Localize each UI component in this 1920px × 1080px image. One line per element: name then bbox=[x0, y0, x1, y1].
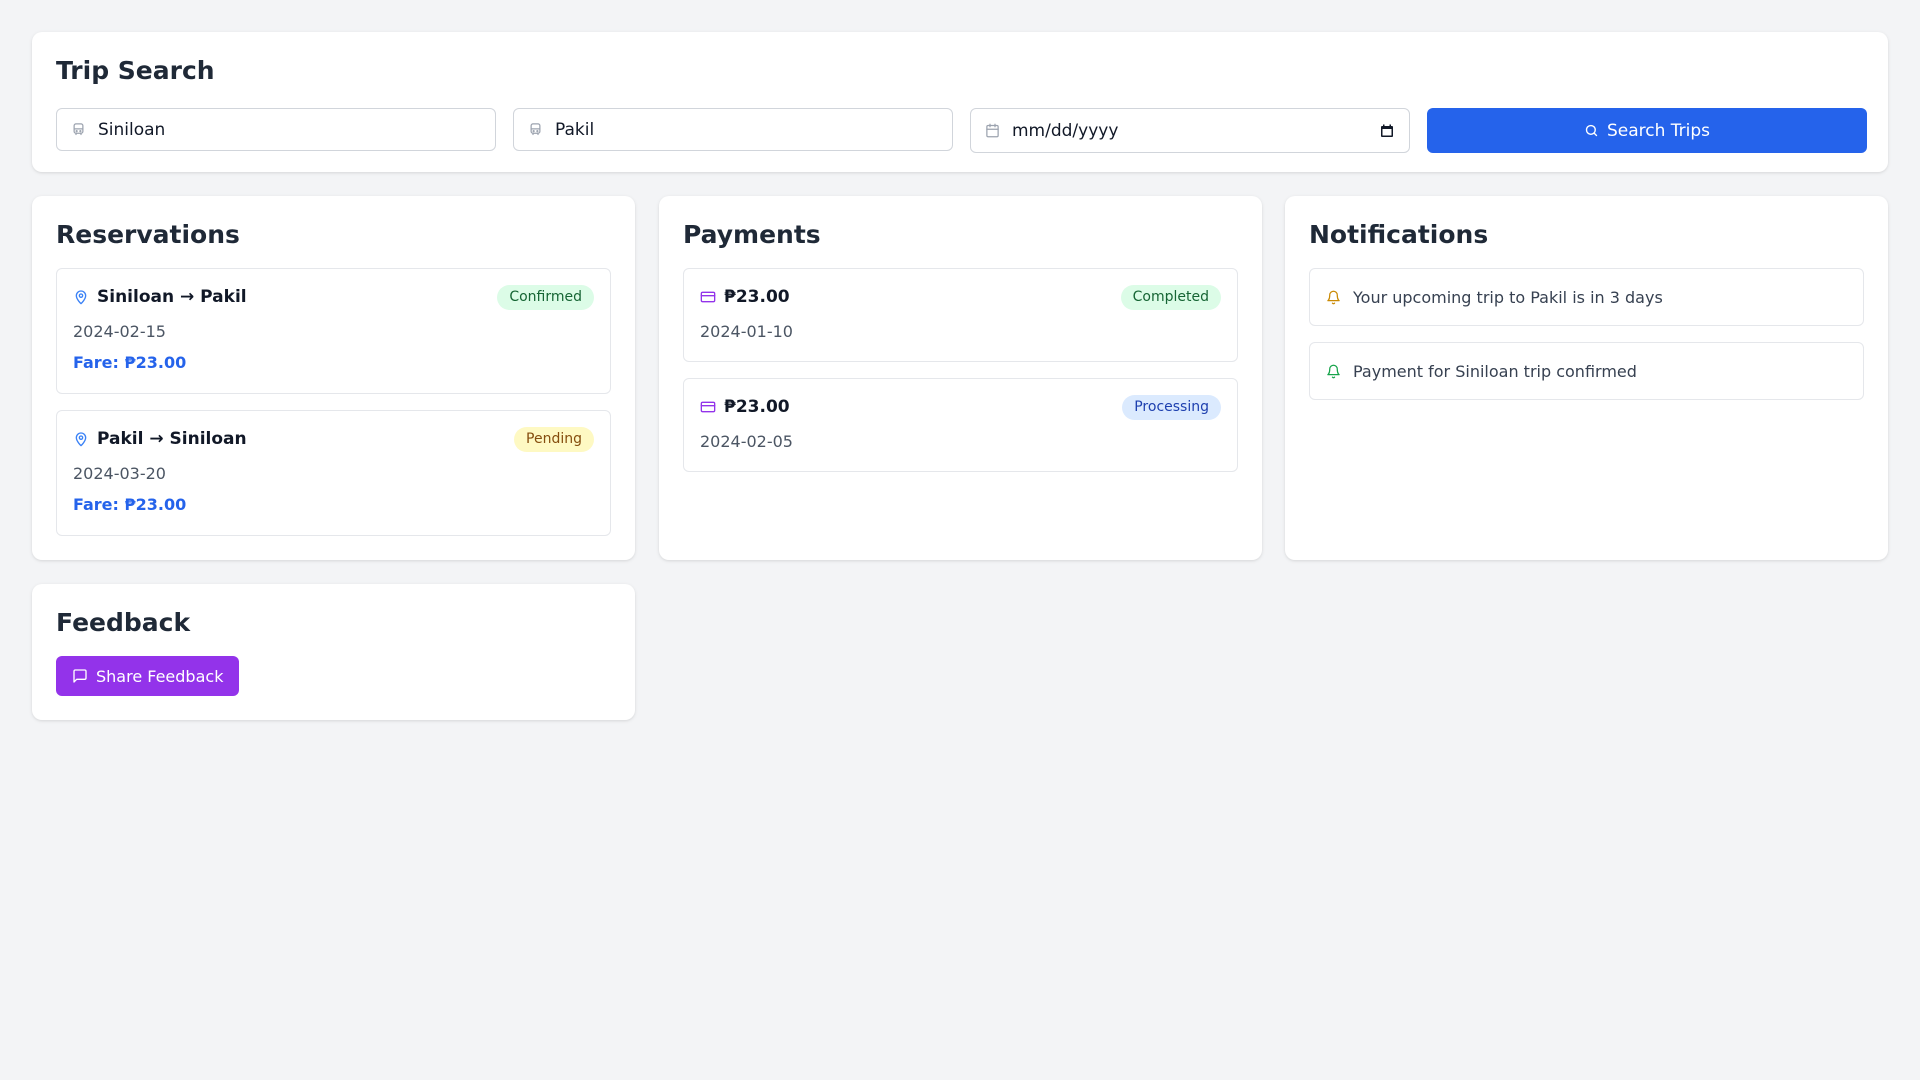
payment-item[interactable]: ₱23.00 Processing 2024-02-05 bbox=[683, 378, 1238, 472]
origin-value: Siniloan bbox=[98, 119, 166, 140]
notification-item[interactable]: Your upcoming trip to Pakil is in 3 days bbox=[1309, 268, 1864, 326]
bell-icon bbox=[1326, 290, 1341, 305]
bus-icon bbox=[528, 122, 543, 137]
bell-icon bbox=[1326, 364, 1341, 379]
message-square-icon bbox=[72, 668, 88, 684]
origin-input[interactable]: Siniloan bbox=[56, 108, 496, 151]
notifications-title: Notifications bbox=[1309, 220, 1489, 249]
map-pin-icon bbox=[73, 431, 89, 447]
payment-date: 2024-01-10 bbox=[700, 321, 793, 341]
feedback-title: Feedback bbox=[56, 608, 191, 637]
search-trips-button[interactable]: Search Trips bbox=[1427, 108, 1867, 153]
payment-amount: ₱23.00 bbox=[724, 287, 790, 308]
map-pin-icon bbox=[73, 289, 89, 305]
date-placeholder: mm/dd/yyyy bbox=[1012, 120, 1119, 141]
reservation-item[interactable]: Siniloan → Pakil Confirmed 2024-02-15 Fa… bbox=[56, 268, 611, 394]
date-input[interactable]: mm/dd/yyyy bbox=[970, 108, 1410, 153]
search-trips-label: Search Trips bbox=[1606, 120, 1711, 141]
feedback-card: Feedback Share Feedback bbox=[32, 584, 635, 720]
notifications-list: Your upcoming trip to Pakil is in 3 days… bbox=[1309, 268, 1864, 400]
bus-icon bbox=[71, 122, 86, 137]
payments-title: Payments bbox=[683, 220, 821, 249]
search-icon bbox=[1584, 123, 1599, 138]
reservation-route: Pakil → Siniloan bbox=[97, 429, 247, 450]
reservations-list: Siniloan → Pakil Confirmed 2024-02-15 Fa… bbox=[56, 268, 611, 536]
trip-search-card: Trip Search Siniloan Pakil mm/dd/yyyy Se… bbox=[32, 32, 1888, 172]
payment-item[interactable]: ₱23.00 Completed 2024-01-10 bbox=[683, 268, 1238, 362]
reservations-title: Reservations bbox=[56, 220, 240, 249]
notifications-card: Notifications Your upcoming trip to Paki… bbox=[1285, 196, 1888, 560]
destination-input[interactable]: Pakil bbox=[513, 108, 953, 151]
payments-card: Payments ₱23.00 Completed 2024-01-10 ₱23… bbox=[659, 196, 1262, 560]
destination-value: Pakil bbox=[555, 119, 595, 140]
notification-item[interactable]: Payment for Siniloan trip confirmed bbox=[1309, 342, 1864, 400]
payment-date: 2024-02-05 bbox=[700, 431, 793, 451]
payments-list: ₱23.00 Completed 2024-01-10 ₱23.00 Proce… bbox=[683, 268, 1238, 472]
credit-card-icon bbox=[700, 289, 716, 305]
trip-search-title: Trip Search bbox=[56, 56, 215, 85]
status-badge: Pending bbox=[514, 427, 594, 452]
search-row: Siniloan Pakil mm/dd/yyyy Search Trips bbox=[56, 108, 1867, 153]
reservation-date: 2024-02-15 bbox=[73, 321, 166, 341]
share-feedback-label: Share Feedback bbox=[96, 666, 224, 686]
credit-card-icon bbox=[700, 399, 716, 415]
reservation-route: Siniloan → Pakil bbox=[97, 287, 247, 308]
notification-text: Payment for Siniloan trip confirmed bbox=[1353, 361, 1637, 381]
share-feedback-button[interactable]: Share Feedback bbox=[56, 656, 240, 696]
status-badge: Confirmed bbox=[497, 285, 594, 310]
calendar-picker-icon[interactable] bbox=[1379, 123, 1395, 139]
calendar-icon bbox=[985, 123, 1000, 138]
reservation-fare: Fare: ₱23.00 bbox=[73, 494, 187, 514]
status-badge: Processing bbox=[1122, 395, 1221, 420]
reservation-date: 2024-03-20 bbox=[73, 463, 166, 483]
notification-text: Your upcoming trip to Pakil is in 3 days bbox=[1353, 287, 1663, 307]
reservations-card: Reservations Siniloan → Pakil Confirmed … bbox=[32, 196, 635, 560]
status-badge: Completed bbox=[1120, 285, 1221, 310]
reservation-item[interactable]: Pakil → Siniloan Pending 2024-03-20 Fare… bbox=[56, 410, 611, 536]
reservation-fare: Fare: ₱23.00 bbox=[73, 352, 187, 372]
payment-amount: ₱23.00 bbox=[724, 397, 790, 418]
